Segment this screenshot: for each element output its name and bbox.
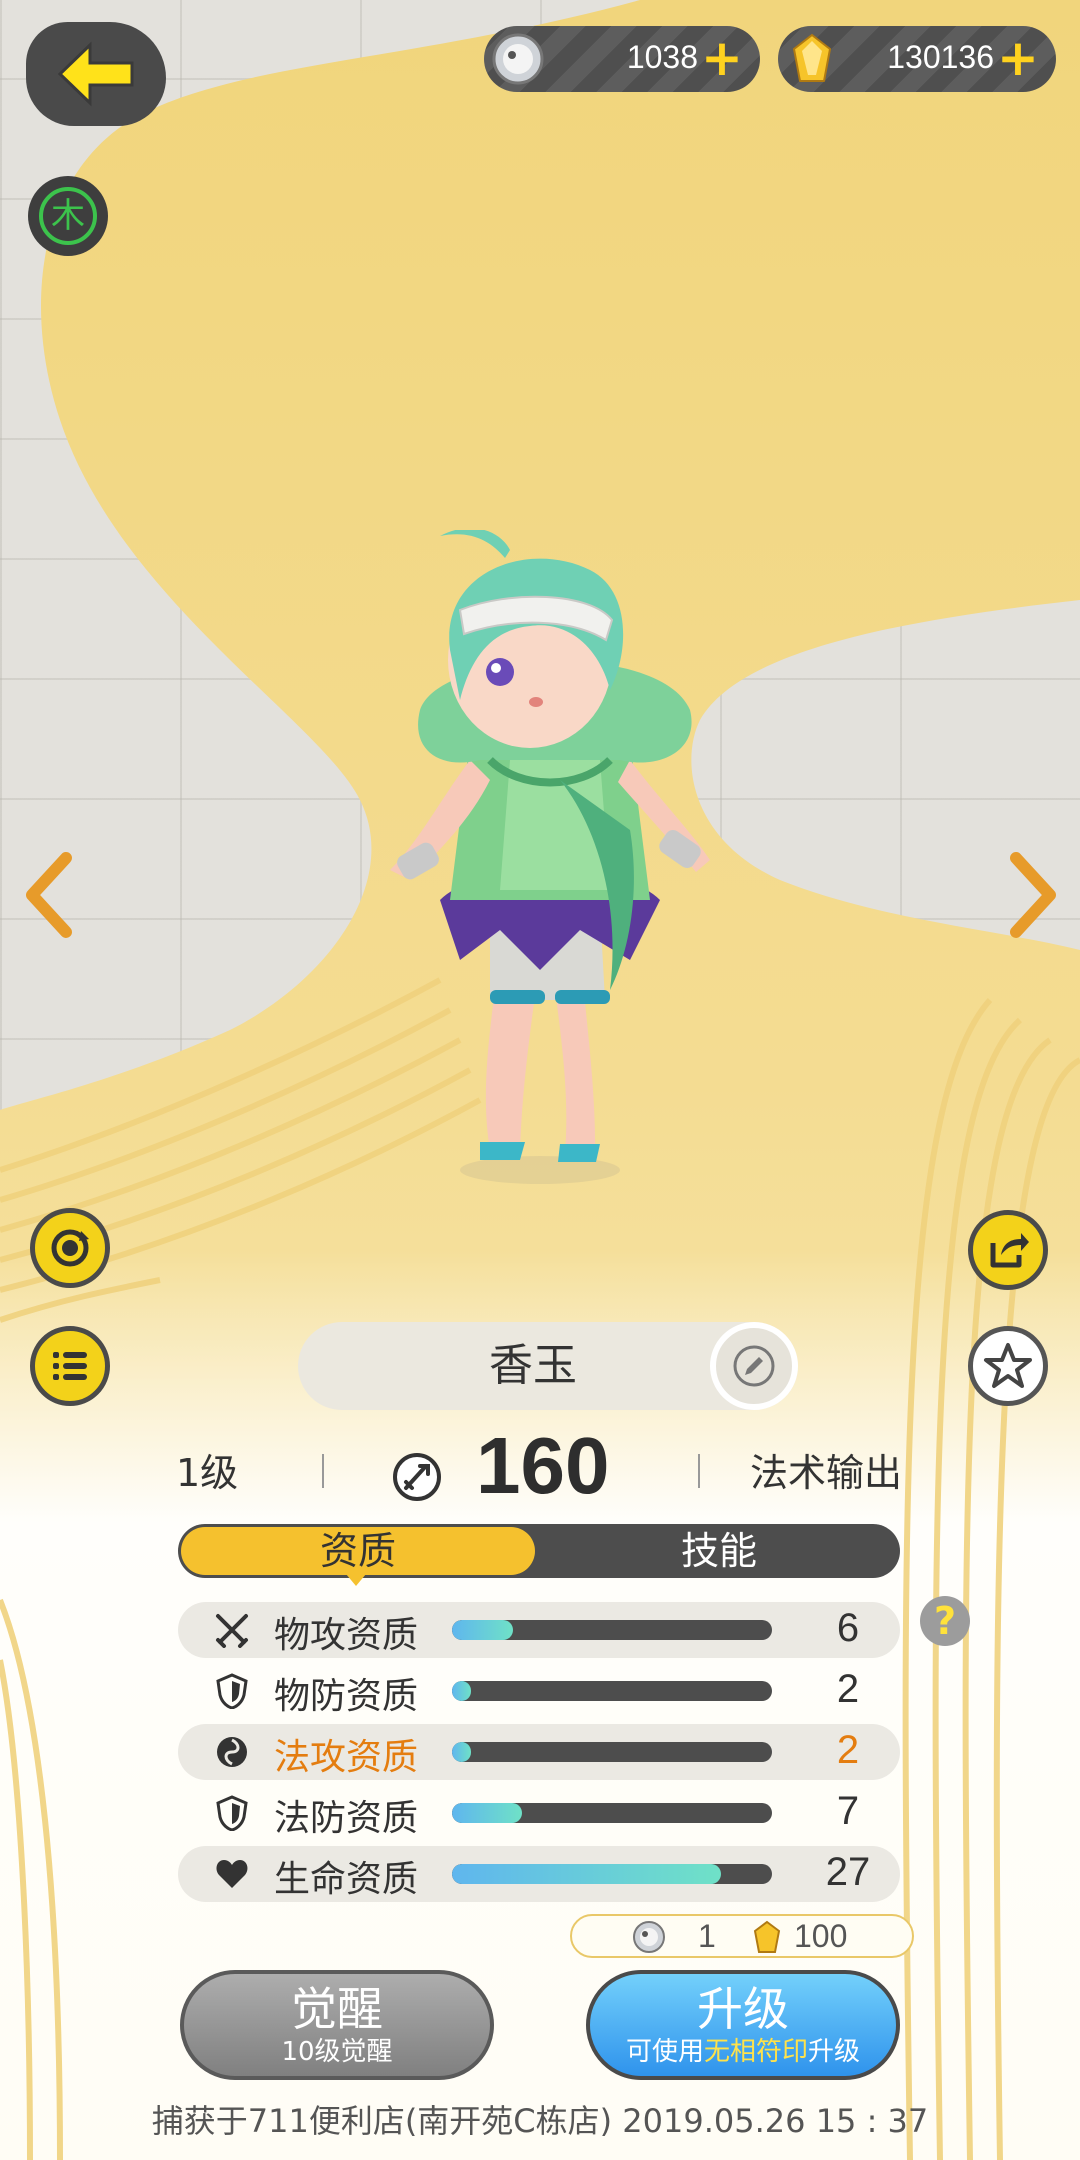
pet-name-pill: 香玉 — [298, 1322, 798, 1410]
next-arrow-icon[interactable] — [1002, 850, 1062, 940]
tab-pointer — [346, 1574, 366, 1586]
help-button[interactable]: ? — [920, 1596, 970, 1646]
back-button[interactable] — [26, 22, 166, 126]
silver-orb-icon — [492, 33, 544, 85]
element-label: 木 — [39, 187, 97, 245]
upgrade-title: 升级 — [697, 1982, 789, 2036]
stat-value: 2 — [836, 1667, 860, 1711]
capture-info: 捕获于711便利店(南开苑C栋店) 2019.05.26 15 : 37 — [151, 2102, 929, 2140]
stat-row: 法攻资质 2 — [178, 1724, 900, 1780]
divider — [322, 1454, 324, 1488]
stat-bar — [452, 1681, 772, 1701]
pet-info-row: 1级 160 法术输出 — [0, 1420, 1080, 1520]
back-arrow-icon — [57, 41, 134, 107]
stat-bar-fill — [452, 1681, 472, 1701]
favorite-button[interactable] — [968, 1326, 1048, 1406]
tab-aptitude[interactable]: 资质 — [181, 1527, 535, 1575]
upgrade-subtitle-prefix: 可使用 — [625, 2037, 704, 2067]
crossed-swords-icon — [216, 1614, 248, 1648]
detail-tabs: 技能 资质 — [178, 1524, 900, 1578]
refresh-button[interactable] — [30, 1208, 110, 1288]
upgrade-subtitle: 可使用无相符印升级 — [590, 2036, 896, 2068]
element-badge: 木 — [28, 176, 108, 256]
combat-power-value: 160 — [476, 1421, 610, 1510]
crystal-cost: 100 — [794, 1918, 848, 1954]
stat-value: 27 — [825, 1850, 871, 1894]
list-icon — [53, 1352, 87, 1380]
stat-label: 法攻资质 — [274, 1737, 419, 1778]
shield-icon — [216, 1795, 248, 1831]
tab-skills[interactable]: 技能 — [538, 1524, 900, 1578]
stat-value: 2 — [836, 1728, 860, 1772]
rename-button[interactable] — [710, 1322, 798, 1410]
stat-row: 生命资质 27 — [178, 1846, 900, 1902]
orb-cost: 1 — [698, 1918, 716, 1954]
stat-label: 物攻资质 — [274, 1615, 419, 1656]
pet-name: 香玉 — [489, 1340, 577, 1391]
stat-bar — [452, 1742, 772, 1762]
heart-icon — [216, 1860, 248, 1888]
stat-row: 法防资质 7 — [178, 1785, 900, 1841]
combat-power-icon — [393, 1453, 441, 1501]
stat-label: 法防资质 — [274, 1798, 419, 1839]
upgrade-cost: 1 100 — [570, 1914, 914, 1958]
awaken-button[interactable]: 觉醒 10级觉醒 — [180, 1970, 494, 2080]
awaken-title: 觉醒 — [291, 1982, 383, 2036]
magic-orb-icon — [217, 1737, 247, 1767]
currency-crystal: 130136 + — [778, 26, 1056, 92]
stat-bar-fill — [452, 1864, 721, 1884]
stat-value: 7 — [836, 1789, 860, 1833]
gold-crystal-icon — [792, 33, 832, 82]
silver-orb-icon — [633, 1921, 665, 1953]
stat-label: 生命资质 — [274, 1859, 419, 1900]
stat-bar-fill — [452, 1620, 513, 1640]
orb-count: 1038 — [626, 39, 698, 75]
crystal-count: 130136 — [887, 39, 994, 75]
share-icon — [990, 1233, 1029, 1268]
stat-bar — [452, 1803, 772, 1823]
share-button[interactable] — [968, 1210, 1048, 1290]
gold-crystal-icon — [753, 1920, 781, 1953]
star-icon — [984, 1343, 1032, 1388]
upgrade-subtitle-suffix: 升级 — [808, 2037, 861, 2067]
stat-value: 6 — [836, 1606, 860, 1650]
divider — [698, 1454, 700, 1488]
menu-list-button[interactable] — [30, 1326, 110, 1406]
stat-label: 物防资质 — [274, 1676, 419, 1717]
upgrade-subtitle-item: 无相符印 — [703, 2037, 808, 2067]
stat-bar-fill — [452, 1742, 472, 1762]
previous-arrow-icon[interactable] — [20, 850, 80, 940]
pet-character-model — [390, 530, 710, 1184]
currency-orb: 1038 + — [484, 26, 760, 92]
add-crystal-button[interactable]: + — [994, 33, 1042, 83]
add-orb-button[interactable]: + — [698, 33, 746, 83]
awaken-subtitle: 10级觉醒 — [281, 2037, 393, 2067]
stat-bar — [452, 1620, 772, 1640]
stat-row: 物攻资质 6 — [178, 1602, 900, 1658]
pencil-icon — [733, 1345, 775, 1387]
refresh-icon — [51, 1229, 89, 1267]
stat-row: 物防资质 2 — [178, 1663, 900, 1719]
stat-bar-fill — [452, 1803, 523, 1823]
upgrade-button[interactable]: 升级 可使用无相符印升级 — [586, 1970, 900, 2080]
shield-icon — [216, 1673, 248, 1709]
stat-bar — [452, 1864, 772, 1884]
pet-level: 1级 — [176, 1451, 239, 1495]
pet-role: 法术输出 — [750, 1451, 903, 1495]
